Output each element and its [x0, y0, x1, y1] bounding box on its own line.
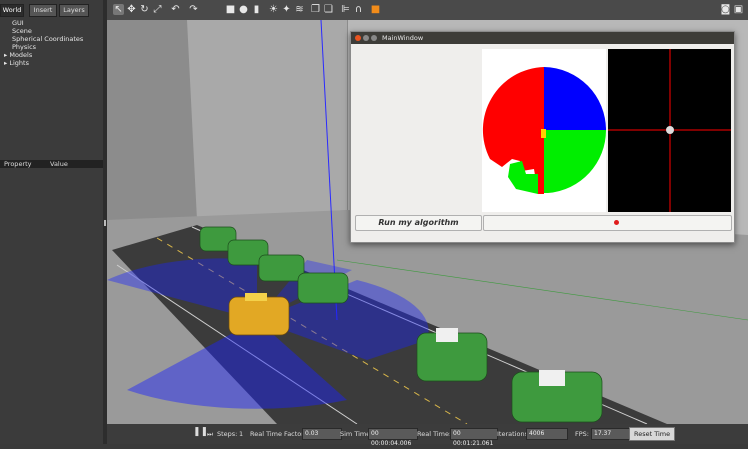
real-time-factor-field: 0.03 [302, 428, 342, 440]
close-icon[interactable] [355, 35, 361, 41]
left-tabs: World Insert Layers [0, 4, 103, 17]
translate-icon[interactable]: ✥ [126, 4, 137, 15]
bottom-bar: ❚❚ ⏭ Steps: 1 Real Time Factor: 0.03 Sim… [107, 424, 748, 447]
fps-field: 17.37 [591, 428, 631, 440]
left-panel: World Insert Layers GUI Scene Spherical … [0, 0, 103, 444]
scale-icon[interactable]: ⤢ [152, 4, 163, 15]
real-time-factor-label: Real Time Factor: [250, 430, 307, 438]
tree-item-scene[interactable]: Scene [4, 27, 83, 35]
align-icon[interactable]: ⊫ [340, 4, 351, 15]
maximize-icon[interactable] [371, 35, 377, 41]
steps-value[interactable]: 1 [239, 430, 243, 438]
redo-icon[interactable]: ↷ [188, 4, 199, 15]
run-algorithm-button[interactable]: Run my algorithm [355, 215, 482, 231]
box-icon[interactable]: ■ [225, 4, 236, 15]
screenshot-icon[interactable]: ◙ [720, 4, 731, 15]
minimize-icon[interactable] [363, 35, 369, 41]
fps-label: FPS: [575, 430, 589, 438]
sphere-icon[interactable]: ● [238, 4, 249, 15]
tree-item-lights[interactable]: ▸ Lights [4, 59, 83, 67]
camera-icon[interactable]: ▣ [733, 4, 744, 15]
tree-item-gui[interactable]: GUI [4, 19, 83, 27]
undo-icon[interactable]: ↶ [170, 4, 181, 15]
tree-item-spherical-coordinates[interactable]: Spherical Coordinates [4, 35, 83, 43]
snap-icon[interactable]: ∩ [353, 4, 364, 15]
rotate-icon[interactable]: ↻ [139, 4, 150, 15]
reset-time-button[interactable]: Reset Time [629, 427, 676, 441]
steps-label: Steps: [217, 430, 238, 438]
step-icon[interactable]: ⏭ [207, 430, 213, 439]
real-time-field: 00 00:01:21.061 [450, 428, 498, 447]
iterations-field: 4006 [526, 428, 568, 440]
copy-icon[interactable]: ❐ [310, 4, 321, 15]
tree-item-physics[interactable]: Physics [4, 43, 83, 51]
camera-crosshair-view [608, 49, 731, 212]
toolbar: ↖ ✥ ↻ ⤢ ↶ ↷ ■ ● ▮ ☀ ✦ ≋ ❐ ❏ ⊫ ∩ ■ ◙ ▣ [107, 0, 748, 21]
tab-world[interactable]: World [0, 4, 24, 17]
tab-insert[interactable]: Insert [29, 4, 57, 17]
tree-item-models-label: Models [9, 51, 33, 59]
spot-light-icon[interactable]: ✦ [281, 4, 292, 15]
tab-layers[interactable]: Layers [59, 4, 89, 17]
window-title: MainWindow [382, 34, 424, 42]
main-window-titlebar: MainWindow [351, 32, 734, 44]
world-tree: GUI Scene Spherical Coordinates Physics … [4, 19, 83, 67]
value-column-header: Value [50, 160, 68, 168]
status-indicator-icon [614, 220, 619, 225]
select-arrow-icon[interactable]: ↖ [113, 4, 124, 15]
directional-light-icon[interactable]: ≋ [294, 4, 305, 15]
property-header: Property Value [0, 160, 103, 168]
tree-item-lights-label: Lights [9, 59, 29, 67]
pause-icon[interactable]: ❚❚ [193, 427, 208, 437]
paste-icon[interactable]: ❏ [323, 4, 334, 15]
main-window: MainWindow Run my algorithm [350, 31, 735, 243]
record-icon[interactable]: ■ [370, 4, 381, 15]
tree-item-models[interactable]: ▸ Models [4, 51, 83, 59]
sim-time-field: 00 00:00:04.006 [368, 428, 418, 447]
cylinder-icon[interactable]: ▮ [251, 4, 262, 15]
laser-map-view [482, 49, 606, 212]
sun-icon[interactable]: ☀ [268, 4, 279, 15]
property-column-header: Property [4, 160, 32, 168]
status-button[interactable] [483, 215, 732, 231]
real-time-label: Real Time: [417, 430, 452, 438]
